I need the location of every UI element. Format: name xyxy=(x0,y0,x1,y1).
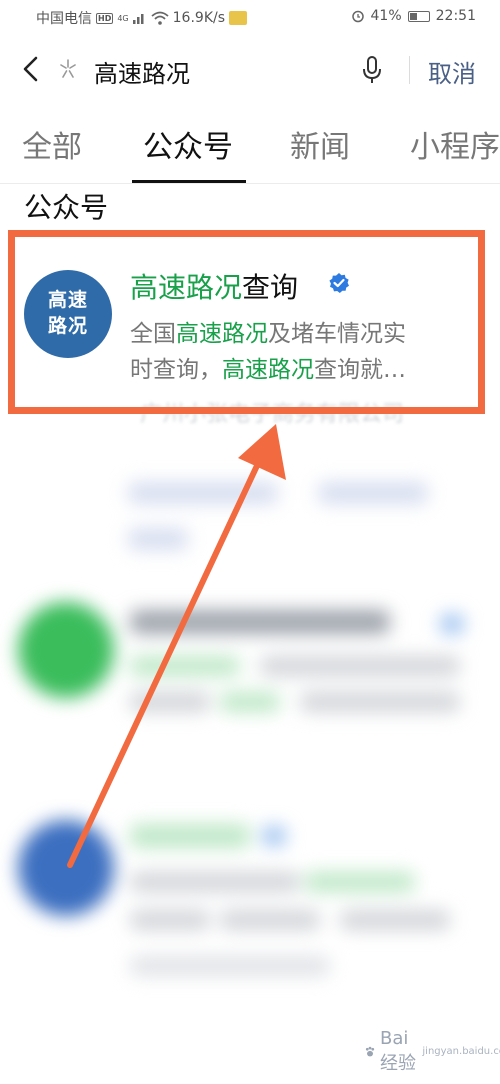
tab-bar: 全部 公众号 新闻 小程序 xyxy=(0,108,500,184)
status-bar: 中国电信 HD 4G 16.9K/s 41% 22:51 xyxy=(0,0,500,36)
baidu-watermark: Bai 经验 jingyan.baidu.com xyxy=(364,1028,500,1075)
alarm-icon xyxy=(351,10,364,23)
tab-bar-border xyxy=(0,183,500,184)
search-divider xyxy=(409,56,410,84)
back-arrow-icon[interactable] xyxy=(18,54,44,84)
tab-official-accounts[interactable]: 公众号 xyxy=(143,122,233,166)
tab-news[interactable]: 新闻 xyxy=(290,122,350,166)
watermark-text: Bai 经验 xyxy=(380,1028,417,1074)
search-bar: 高速路况 取消 xyxy=(0,36,500,104)
battery-icon xyxy=(407,10,430,22)
clock: 22:51 xyxy=(435,8,476,24)
hd-badge: HD xyxy=(96,12,114,24)
battery-percent: 41% xyxy=(370,8,402,24)
microphone-icon[interactable] xyxy=(360,54,384,86)
search-sparkle-icon xyxy=(60,59,76,78)
highlight-annotation-box xyxy=(8,230,485,414)
paw-logo-icon xyxy=(365,1046,375,1056)
network-type: 4G xyxy=(117,13,129,23)
network-speed: 16.9K/s xyxy=(172,10,226,26)
tab-mini-programs[interactable]: 小程序 xyxy=(410,122,500,166)
carrier-label: 中国电信 xyxy=(36,11,92,27)
cancel-button[interactable]: 取消 xyxy=(428,54,476,89)
app-notification-icon xyxy=(229,11,248,25)
section-title: 公众号 xyxy=(24,191,109,224)
wifi-icon xyxy=(151,11,169,25)
tab-all[interactable]: 全部 xyxy=(22,122,82,166)
signal-icon xyxy=(132,14,144,24)
search-input[interactable]: 高速路况 xyxy=(94,54,190,89)
watermark-sub: jingyan.baidu.com xyxy=(422,1046,500,1057)
blurred-results xyxy=(0,420,500,1040)
